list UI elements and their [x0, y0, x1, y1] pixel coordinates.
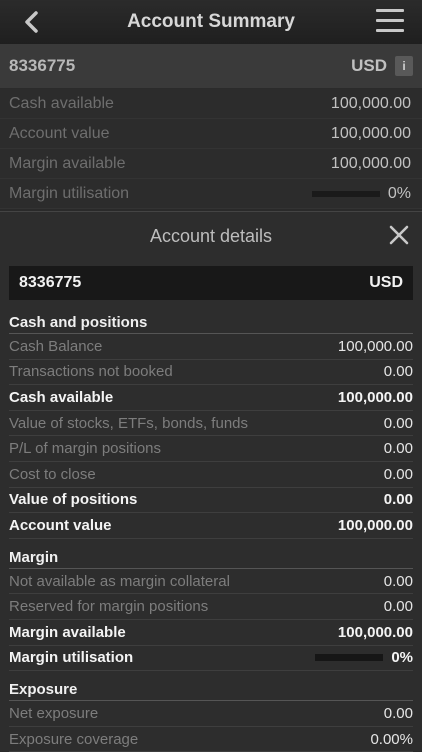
- row-value: 0%: [391, 649, 413, 667]
- row-value: 0.00: [383, 440, 413, 458]
- row-value-stocks-etfs: Value of stocks, ETFs, bonds, funds 0.00: [9, 411, 413, 437]
- row-label: Value of stocks, ETFs, bonds, funds: [9, 414, 249, 432]
- row-label: P/L of margin positions: [9, 440, 162, 458]
- utilisation-group: 0%: [315, 649, 413, 666]
- row-cost-to-close: Cost to close 0.00: [9, 462, 413, 488]
- row-exposure-coverage: Exposure coverage 0.00%: [9, 727, 413, 752]
- row-net-exposure: Net exposure 0.00: [9, 701, 413, 727]
- summary-row-value: 0%: [387, 184, 411, 202]
- row-label: Value of positions: [9, 491, 138, 509]
- row-value: 0.00: [383, 465, 413, 483]
- details-list: Cash and positions Cash Balance 100,000.…: [9, 308, 413, 752]
- row-account-value: Account value 100,000.00: [9, 513, 413, 539]
- page-title: Account Summary: [127, 11, 295, 32]
- summary-row-cash-available: Cash available 100,000.00: [0, 89, 422, 119]
- row-value: 100,000.00: [337, 388, 413, 406]
- section-heading-margin: Margin: [9, 543, 413, 569]
- details-account-bar: 8336775 USD: [9, 266, 413, 300]
- row-label: Margin utilisation: [9, 649, 134, 667]
- row-label: Not available as margin collateral: [9, 572, 230, 590]
- summary-row-label: Margin available: [9, 154, 126, 172]
- row-value: 100,000.00: [337, 337, 413, 355]
- summary-row-value: 100,000.00: [330, 94, 411, 112]
- row-not-available-collateral: Not available as margin collateral 0.00: [9, 569, 413, 595]
- summary-row-label: Account value: [9, 124, 110, 142]
- account-details-sheet: Account details 8336775 USD Cash and pos…: [0, 211, 422, 752]
- row-value: 0.00: [383, 704, 413, 722]
- summary-utilisation-bar: [311, 190, 380, 197]
- row-label: Cost to close: [9, 465, 96, 483]
- summary-row-label: Cash available: [9, 94, 114, 112]
- summary-account-number: 8336775: [9, 56, 76, 75]
- sheet-header: Account details: [0, 212, 422, 260]
- section-heading-cash-positions: Cash and positions: [9, 308, 413, 334]
- hamburger-menu-icon[interactable]: [376, 9, 404, 33]
- row-label: Cash available: [9, 388, 114, 406]
- row-value: 0.00: [383, 572, 413, 590]
- summary-utilisation-group: 0%: [311, 184, 411, 203]
- info-icon[interactable]: i: [395, 56, 413, 76]
- summary-account-header[interactable]: 8336775 USD i: [0, 44, 422, 89]
- row-label: Margin available: [9, 623, 126, 641]
- row-value-of-positions: Value of positions 0.00: [9, 488, 413, 514]
- summary-row-value: 100,000.00: [330, 124, 411, 142]
- row-value: 0.00: [383, 598, 413, 616]
- utilisation-bar: [315, 654, 384, 662]
- summary-row-value: 100,000.00: [330, 154, 411, 172]
- details-account-number: 8336775: [19, 274, 82, 291]
- close-icon[interactable]: [389, 225, 409, 245]
- row-value: 0.00: [383, 363, 413, 381]
- summary-currency-group: USD i: [351, 56, 413, 76]
- row-value: 100,000.00: [337, 516, 413, 534]
- row-transactions-not-booked: Transactions not booked 0.00: [9, 360, 413, 386]
- row-label: Cash Balance: [9, 337, 103, 355]
- sheet-title: Account details: [149, 225, 273, 246]
- account-summary-panel: 8336775 USD i Cash available 100,000.00 …: [0, 44, 422, 209]
- nav-bar: Account Summary: [0, 0, 422, 44]
- row-cash-balance: Cash Balance 100,000.00: [9, 334, 413, 360]
- row-value: 0.00: [383, 414, 413, 432]
- row-value: 0.00%: [370, 730, 413, 748]
- row-reserved-margin-positions: Reserved for margin positions 0.00: [9, 594, 413, 620]
- details-currency: USD: [369, 274, 403, 291]
- back-chevron-icon[interactable]: [18, 8, 46, 36]
- summary-row-label: Margin utilisation: [9, 184, 130, 202]
- row-label: Transactions not booked: [9, 363, 173, 381]
- row-value: 100,000.00: [337, 623, 413, 641]
- row-cash-available: Cash available 100,000.00: [9, 385, 413, 411]
- row-label: Account value: [9, 516, 112, 534]
- summary-row-account-value: Account value 100,000.00: [0, 119, 422, 149]
- row-margin-available: Margin available 100,000.00: [9, 620, 413, 646]
- section-heading-exposure: Exposure: [9, 675, 413, 702]
- row-label: Net exposure: [9, 704, 99, 722]
- row-value: 0.00: [383, 491, 413, 509]
- summary-row-margin-utilisation: Margin utilisation 0%: [0, 179, 422, 209]
- row-margin-utilisation: Margin utilisation 0%: [9, 646, 413, 672]
- row-pl-margin-positions: P/L of margin positions 0.00: [9, 436, 413, 462]
- summary-currency: USD: [351, 56, 387, 75]
- row-label: Exposure coverage: [9, 730, 139, 748]
- summary-row-margin-available: Margin available 100,000.00: [0, 149, 422, 179]
- row-label: Reserved for margin positions: [9, 598, 209, 616]
